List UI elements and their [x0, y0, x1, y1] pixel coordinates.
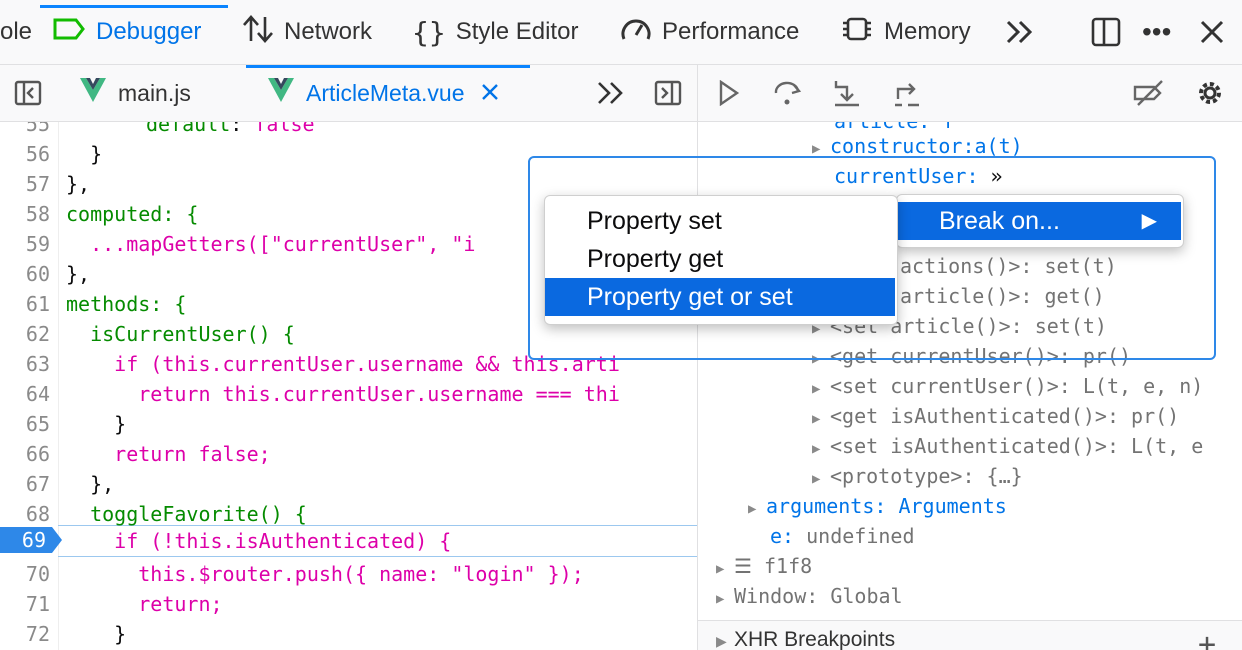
- block-icon: ☰: [734, 554, 752, 578]
- code-line: 65 }: [25, 412, 127, 436]
- braces-icon: {}: [412, 15, 446, 49]
- twisty-icon: ▶: [716, 591, 725, 607]
- menu-item-property-get-or-set[interactable]: Property get or set: [545, 278, 895, 316]
- add-icon[interactable]: +: [1198, 627, 1216, 650]
- scope-row[interactable]: ▶ <get isAuthenticated()>: pr(): [812, 401, 1179, 431]
- scope-row-arguments[interactable]: ▶ arguments: Arguments: [748, 491, 1007, 521]
- tab-network[interactable]: Network: [242, 0, 372, 64]
- step-over-icon[interactable]: [772, 79, 804, 112]
- vue-logo-icon: [268, 78, 294, 108]
- scope-row-window[interactable]: ▶ Window: Global: [716, 581, 903, 611]
- network-icon: [242, 14, 274, 51]
- scope-row-e[interactable]: e: undefined: [770, 521, 915, 551]
- gear-icon[interactable]: [1194, 77, 1226, 114]
- memory-chip-icon: [840, 14, 874, 51]
- double-chevron-right-icon[interactable]: [1005, 0, 1035, 64]
- menu-item-property-get[interactable]: Property get: [545, 240, 895, 278]
- xhr-breakpoints-header[interactable]: ▶ XHR Breakpoints +: [698, 620, 1242, 650]
- resume-icon[interactable]: [718, 79, 740, 111]
- code-line: 72 }: [25, 622, 127, 646]
- twisty-icon: ▶: [716, 633, 727, 649]
- twisty-icon: ▶: [812, 411, 821, 427]
- source-tabs-bar: main.js ArticleMeta.vue: [0, 65, 697, 122]
- twisty-icon: ▶: [812, 381, 821, 397]
- code-line: 71 return;: [25, 592, 223, 616]
- tab-debugger[interactable]: Debugger: [52, 0, 201, 64]
- dock-toggle-icon[interactable]: [1090, 0, 1122, 64]
- code-line: 55 default: false: [25, 122, 315, 136]
- toggle-sources-panel-icon[interactable]: [14, 80, 42, 111]
- debugger-controls: [698, 65, 1242, 122]
- toggle-secondary-panes-icon[interactable]: [654, 80, 682, 111]
- vue-logo-icon: [80, 78, 106, 108]
- context-menu: Property set Property get Property get o…: [544, 195, 898, 325]
- step-in-icon[interactable]: [832, 79, 862, 112]
- code-line: 67 },: [25, 472, 115, 496]
- code-line: 64 return this.currentUser.username === …: [25, 382, 620, 406]
- code-line: 70 this.$router.push({ name: "login" });: [25, 562, 584, 586]
- submenu-break-on: Break on... ▶: [896, 194, 1184, 248]
- twisty-icon: ▶: [812, 441, 821, 457]
- gauge-icon: [620, 15, 652, 50]
- code-line: 68 toggleFavorite() {: [25, 502, 307, 526]
- debugger-icon: [52, 17, 86, 48]
- more-tabs-icon[interactable]: [597, 81, 625, 110]
- scope-row[interactable]: ▶ <set currentUser()>: L(t, e, n): [812, 371, 1203, 401]
- code-line: 66 return false;: [25, 442, 271, 466]
- tab-memory[interactable]: Memory: [840, 0, 971, 64]
- close-tab-icon[interactable]: [481, 80, 499, 107]
- source-tab-main-js[interactable]: main.js: [80, 65, 191, 121]
- tab-performance[interactable]: Performance: [620, 0, 799, 64]
- menu-item-property-set[interactable]: Property set: [545, 202, 895, 240]
- twisty-icon: ▶: [812, 471, 821, 487]
- devtools-toolbar: ole Debugger Network {} Style Editor Per…: [0, 0, 1242, 65]
- menu-item-break-on[interactable]: Break on... ▶: [897, 202, 1181, 240]
- scope-row[interactable]: ▶ <set isAuthenticated()>: L(t, e: [812, 431, 1203, 461]
- tab-style-editor[interactable]: {} Style Editor: [412, 0, 578, 64]
- twisty-icon: ▶: [748, 501, 757, 517]
- scope-row[interactable]: ▶ <prototype>: {…}: [812, 461, 1023, 491]
- deactivate-breakpoints-icon[interactable]: [1132, 79, 1166, 112]
- step-out-icon[interactable]: [892, 79, 922, 112]
- twisty-icon: ▶: [716, 561, 725, 577]
- submenu-arrow-icon: ▶: [1141, 210, 1157, 232]
- close-icon[interactable]: [1198, 0, 1226, 64]
- code-line: 69 if (!this.isAuthenticated) {: [66, 529, 452, 553]
- source-tab-articlemeta-vue[interactable]: ArticleMeta.vue: [268, 65, 499, 121]
- scope-row-block[interactable]: ▶ ☰ f1f8: [716, 551, 812, 581]
- more-options-icon[interactable]: •••: [1142, 0, 1171, 64]
- tab-console[interactable]: ole: [0, 0, 32, 64]
